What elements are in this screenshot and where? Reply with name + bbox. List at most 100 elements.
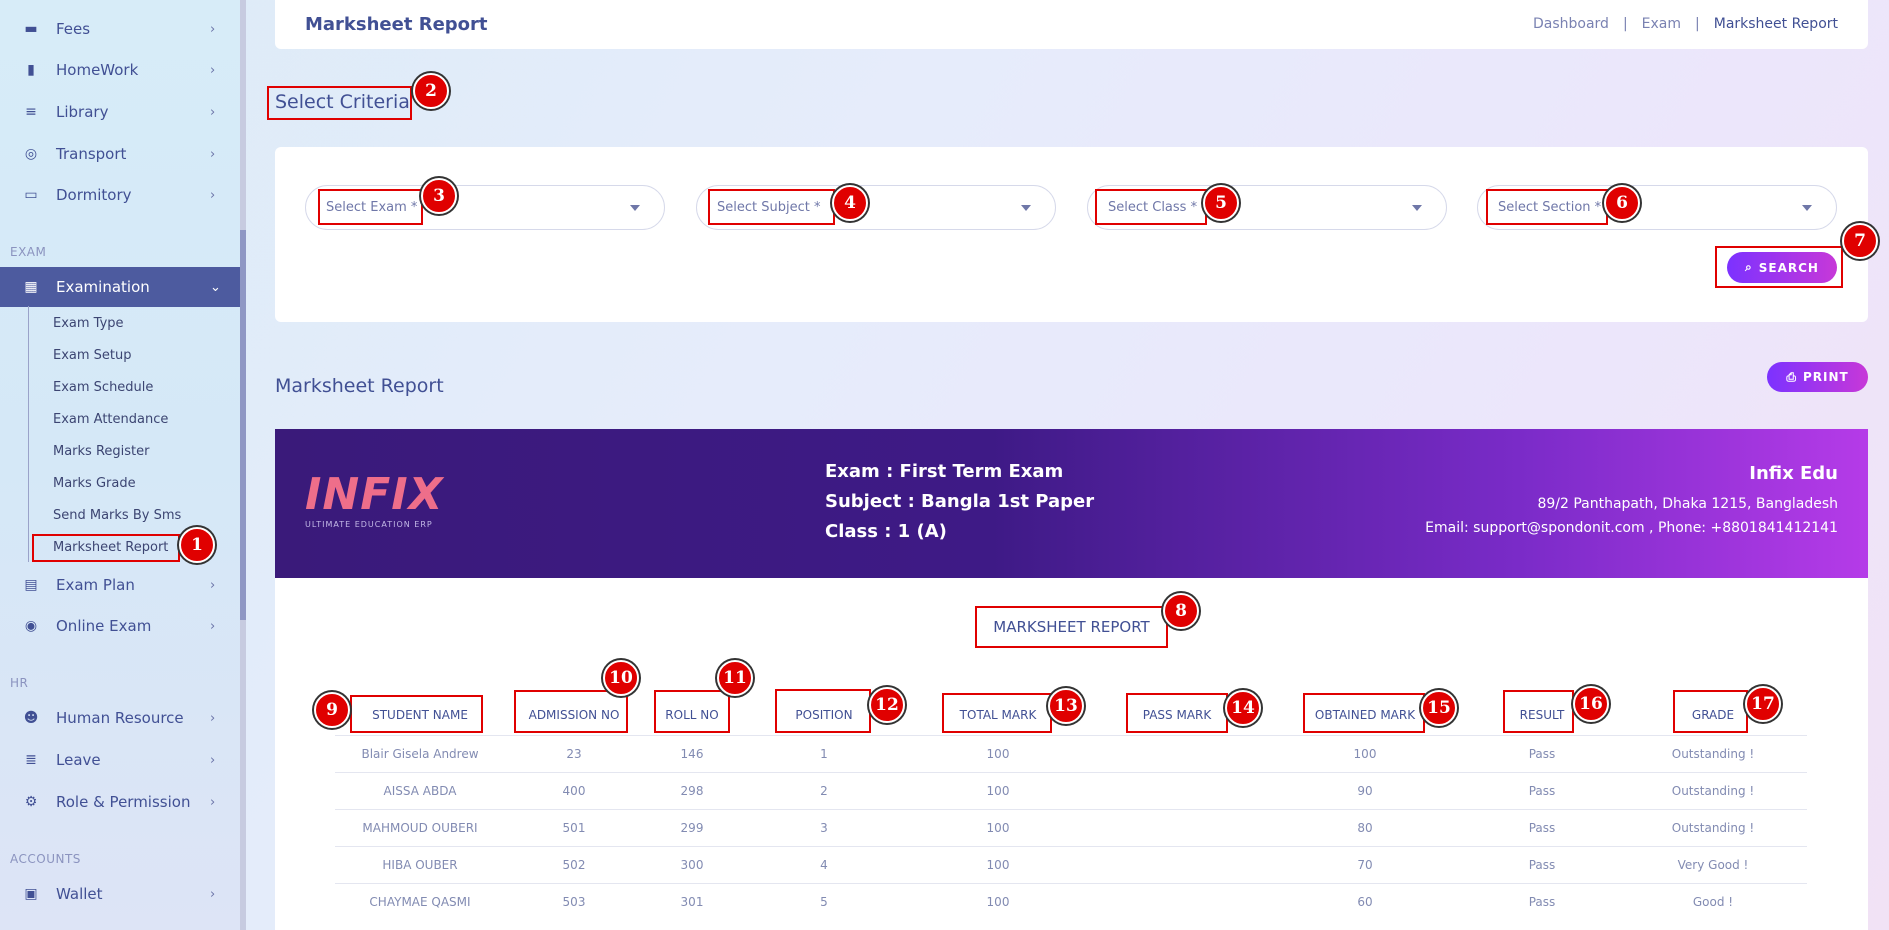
library-icon: ≡ — [25, 104, 37, 120]
annotation-badge-15: 15 — [1421, 690, 1457, 726]
annotation-badge-2: 2 — [413, 73, 449, 109]
breadcrumb-separator: | — [1695, 16, 1700, 32]
criteria-card: Select Exam * Select Subject * Select Cl… — [275, 147, 1868, 322]
subject-name: Subject : Bangla 1st Paper — [825, 491, 1095, 512]
sidebar-item-examination[interactable]: ▦ Examination ⌄ — [0, 267, 240, 307]
table-cell: Outstanding ! — [1671, 821, 1755, 835]
sidebar-item-transport[interactable]: ◎ Transport › — [0, 134, 240, 174]
print-button-label: PRINT — [1802, 370, 1849, 384]
chevron-right-icon: › — [210, 752, 216, 768]
sidebar-item-library[interactable]: ≡ Library › — [0, 92, 240, 132]
table-cell: Good ! — [1692, 895, 1734, 909]
table-cell: AISSA ABDA — [383, 784, 457, 798]
table-cell: 100 — [986, 821, 1010, 835]
annotation-box-10 — [514, 690, 628, 733]
table-cell: 502 — [562, 858, 586, 872]
scrollbar-thumb[interactable] — [240, 230, 246, 620]
leave-icon: ≣ — [25, 752, 37, 768]
chevron-down-icon — [1021, 205, 1031, 211]
sidebar-item-label: Transport — [56, 145, 127, 163]
school-logo: INFIX — [305, 469, 444, 520]
breadcrumb: Dashboard | Exam | Marksheet Report — [1533, 16, 1838, 32]
annotation-box-7 — [1715, 246, 1843, 288]
breadcrumb-dashboard[interactable]: Dashboard — [1533, 16, 1609, 32]
table-cell: 400 — [562, 784, 586, 798]
submenu-send-marks-by-sms[interactable]: Send Marks By Sms — [53, 508, 181, 523]
chevron-right-icon: › — [210, 577, 216, 593]
sidebar-item-human-resource[interactable]: ☻ Human Resource › — [0, 698, 240, 738]
annotation-box-13 — [942, 693, 1052, 733]
annotation-box-9 — [350, 695, 483, 733]
print-button[interactable]: ⎙ PRINT — [1767, 362, 1868, 392]
printer-icon: ⎙ — [1786, 369, 1797, 384]
table-row: HIBA OUBER 502 300 4 100 70 Pass Very Good ! — [335, 846, 1807, 883]
chevron-right-icon: › — [210, 104, 216, 120]
table-cell: Pass — [1528, 858, 1556, 872]
bus-icon: ◎ — [24, 146, 38, 162]
exam-name: Exam : First Term Exam — [825, 461, 1064, 482]
table-cell: 146 — [680, 747, 704, 761]
bed-icon: ▭ — [24, 187, 38, 203]
breadcrumb-current: Marksheet Report — [1713, 16, 1838, 32]
annotation-box-17 — [1673, 690, 1748, 733]
sidebar-item-label: Leave — [56, 751, 101, 769]
table-cell: Very Good ! — [1677, 858, 1749, 872]
table-cell: 501 — [562, 821, 586, 835]
sidebar-item-fees[interactable]: ▬ Fees › — [0, 9, 240, 49]
annotation-badge-14: 14 — [1225, 690, 1261, 726]
sidebar-item-label: Human Resource — [56, 709, 184, 727]
table-cell: 5 — [820, 895, 828, 909]
chevron-right-icon: › — [210, 21, 216, 37]
table-cell: HIBA OUBER — [382, 858, 458, 872]
sidebar-item-dormitory[interactable]: ▭ Dormitory › — [0, 175, 240, 215]
annotation-box-3 — [318, 189, 423, 225]
sidebar-item-label: Online Exam — [56, 617, 152, 635]
table-cell: 503 — [562, 895, 586, 909]
table-cell: 100 — [986, 747, 1010, 761]
document-icon: ▤ — [24, 577, 38, 593]
sidebar-item-exam-plan[interactable]: ▤ Exam Plan › — [0, 565, 240, 605]
chevron-right-icon: › — [210, 794, 216, 810]
breadcrumb-exam[interactable]: Exam — [1642, 16, 1681, 32]
section-label-exam: EXAM — [10, 245, 47, 259]
table-row: Blair Gisela Andrew 23 146 1 100 100 Pass Outst… — [335, 735, 1807, 772]
chevron-right-icon: › — [210, 187, 216, 203]
table-cell: 2 — [820, 784, 828, 798]
sidebar-item-online-exam[interactable]: ◉ Online Exam › — [0, 606, 240, 646]
annotation-badge-4: 4 — [832, 185, 868, 221]
submenu-marks-grade[interactable]: Marks Grade — [53, 476, 136, 491]
table-cell: 298 — [680, 784, 704, 798]
submenu-exam-setup[interactable]: Exam Setup — [53, 348, 132, 363]
submenu-exam-schedule[interactable]: Exam Schedule — [53, 380, 153, 395]
sidebar-item-homework[interactable]: ▮ HomeWork › — [0, 50, 240, 90]
report-banner: INFIX ULTIMATE EDUCATION ERP Exam : Firs… — [275, 429, 1868, 578]
annotation-badge-1: 1 — [179, 527, 215, 563]
sidebar-item-role-permission[interactable]: ⚙ Role & Permission › — [0, 782, 240, 822]
sidebar-item-label: Examination — [56, 278, 150, 296]
sidebar-scrollbar[interactable] — [240, 0, 246, 930]
annotation-badge-7: 7 — [1842, 223, 1878, 259]
sidebar-item-wallet[interactable]: ▣ Wallet › — [0, 874, 240, 914]
exam-submenu: Exam Type Exam Setup Exam Schedule Exam … — [28, 306, 240, 562]
annotation-box-2 — [267, 86, 412, 120]
table-cell: 299 — [680, 821, 704, 835]
submenu-marks-register[interactable]: Marks Register — [53, 444, 149, 459]
chevron-down-icon — [1802, 205, 1812, 211]
annotation-box-8 — [975, 606, 1168, 648]
table-cell: Pass — [1528, 784, 1556, 798]
submenu-exam-attendance[interactable]: Exam Attendance — [53, 412, 168, 427]
table-cell: 4 — [820, 858, 828, 872]
logo-subtitle: ULTIMATE EDUCATION ERP — [305, 520, 433, 529]
sidebar-item-label: Role & Permission — [56, 793, 191, 811]
breadcrumb-separator: | — [1622, 16, 1628, 32]
sidebar-item-leave[interactable]: ≣ Leave › — [0, 740, 240, 780]
school-name: Infix Edu — [1749, 463, 1838, 484]
school-address: 89/2 Panthapath, Dhaka 1215, Bangladesh — [1537, 496, 1838, 512]
money-icon: ▬ — [24, 21, 38, 37]
table-row: CHAYMAE QASMI 503 301 5 100 60 Pass Good ! — [335, 883, 1807, 920]
report-section-title: Marksheet Report — [275, 375, 444, 397]
annotation-box-5 — [1095, 189, 1207, 225]
submenu-exam-type[interactable]: Exam Type — [53, 316, 124, 331]
table-cell: CHAYMAE QASMI — [369, 895, 471, 909]
annotation-box-15 — [1303, 693, 1425, 733]
